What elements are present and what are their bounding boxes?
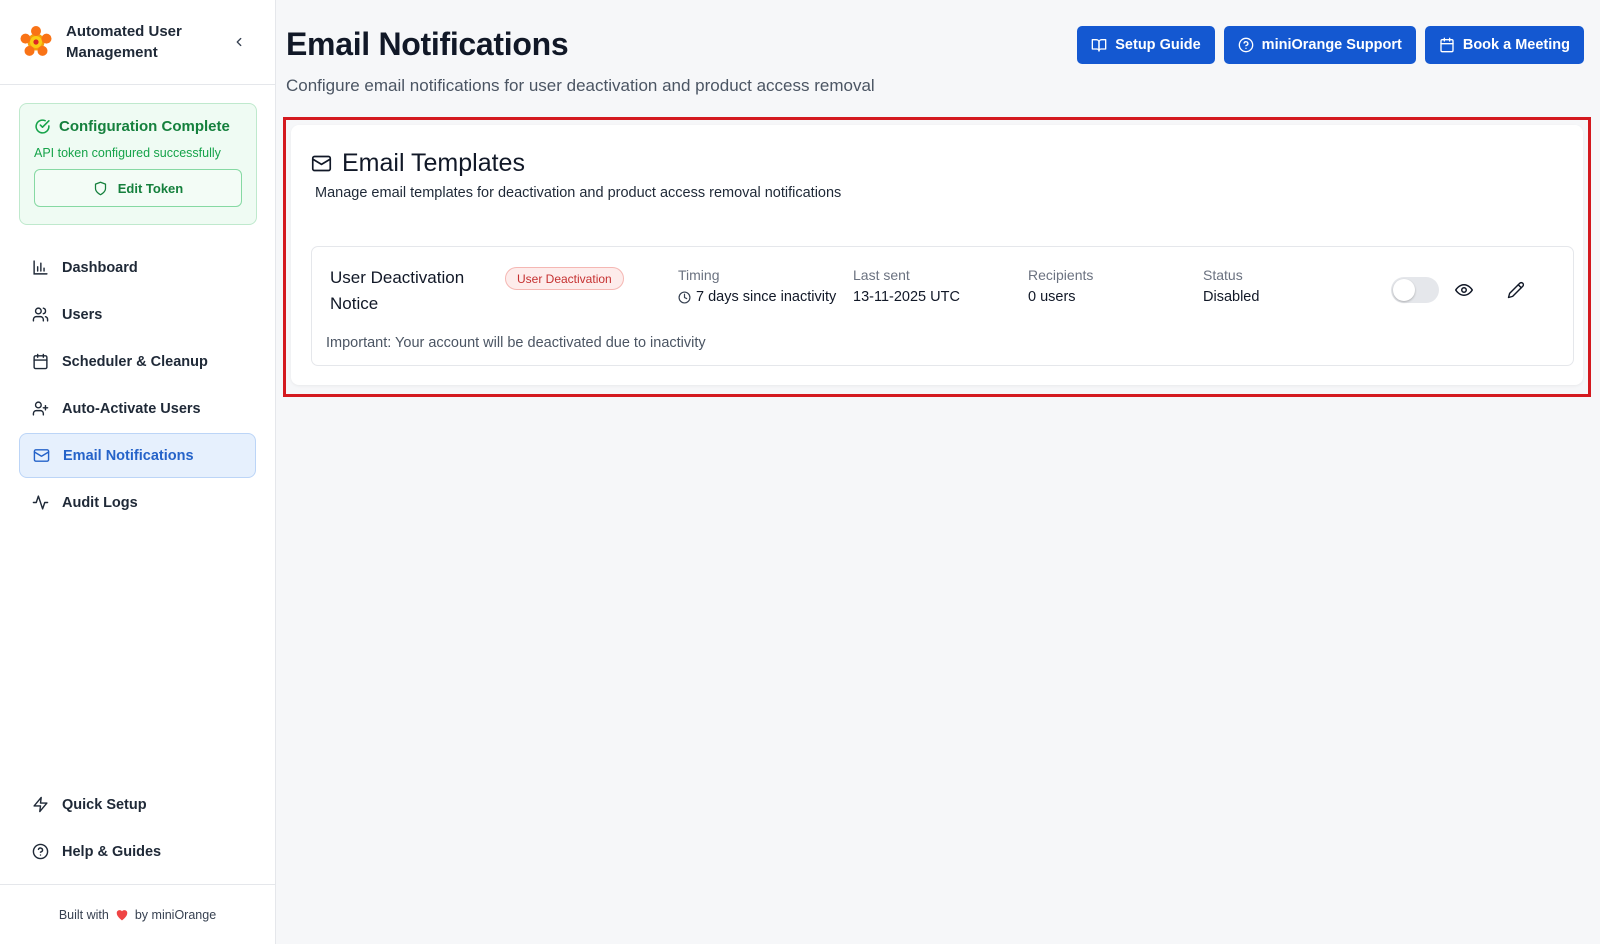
heart-icon	[116, 910, 128, 921]
template-type-badge: User Deactivation	[505, 267, 624, 290]
bar-chart-icon	[33, 260, 48, 275]
last-sent-field: Last sent 13-11-2025 UTC	[853, 267, 960, 305]
main-content: Email Notifications Configure email noti…	[277, 0, 1600, 944]
setup-guide-button[interactable]: Setup Guide	[1077, 26, 1215, 64]
nav-item-dashboard[interactable]: Dashboard	[19, 245, 256, 290]
mail-icon	[33, 449, 50, 462]
card-subtitle: Manage email templates for deactivation …	[315, 185, 842, 201]
edit-template-button[interactable]	[1504, 278, 1528, 302]
timing-field: Timing 7 days since inactivity	[678, 267, 836, 305]
clock-icon	[678, 290, 691, 304]
timing-value: 7 days since inactivity	[696, 289, 837, 305]
eye-icon	[1455, 284, 1473, 296]
calendar-icon	[33, 353, 48, 370]
recipients-field: Recipients 0 users	[1028, 267, 1093, 305]
template-enable-toggle[interactable]	[1391, 277, 1439, 303]
app-title: Automated User Management	[66, 23, 182, 61]
toggle-knob	[1393, 279, 1415, 301]
secondary-navigation: Quick Setup Help & Guides	[0, 782, 275, 876]
setup-guide-label: Setup Guide	[1115, 37, 1201, 53]
nav-item-scheduler[interactable]: Scheduler & Cleanup	[19, 339, 256, 384]
nav-label: Quick Setup	[62, 796, 147, 813]
nav-label: Scheduler & Cleanup	[62, 353, 208, 370]
configuration-status-subtitle: API token configured successfully	[34, 146, 221, 160]
last-sent-value: 13-11-2025 UTC	[853, 289, 960, 305]
lightning-icon	[33, 796, 48, 813]
main-navigation: Dashboard Users Scheduler & Cleanup Auto…	[0, 245, 275, 527]
user-plus-icon	[32, 401, 49, 416]
page-subtitle: Configure email notifications for user d…	[286, 76, 875, 95]
nav-label: Auto-Activate Users	[62, 400, 201, 417]
nav-label: Email Notifications	[63, 447, 194, 464]
nav-label: Help & Guides	[62, 843, 162, 860]
app-logo-icon	[20, 26, 52, 56]
nav-label: Users	[62, 306, 103, 323]
pencil-icon	[1507, 281, 1525, 299]
timing-label: Timing	[678, 267, 720, 283]
book-meeting-button[interactable]: Book a Meeting	[1424, 26, 1584, 64]
page-title: Email Notifications	[286, 26, 569, 62]
status-field: Status Disabled	[1203, 267, 1259, 305]
chevron-left-icon	[236, 37, 242, 47]
nav-item-email-notifications[interactable]: Email Notifications	[19, 433, 256, 478]
check-circle-icon	[35, 119, 50, 134]
support-label: miniOrange Support	[1261, 37, 1402, 53]
nav-item-auto-activate[interactable]: Auto-Activate Users	[19, 386, 256, 431]
configuration-status-title: Configuration Complete	[59, 118, 230, 135]
users-icon	[32, 307, 49, 322]
nav-item-audit-logs[interactable]: Audit Logs	[19, 480, 256, 525]
nav-item-users[interactable]: Users	[19, 292, 256, 337]
card-title: Email Templates	[342, 149, 525, 177]
activity-icon	[32, 495, 49, 510]
nav-item-help-guides[interactable]: Help & Guides	[19, 829, 256, 874]
header-actions: Setup Guide miniOrange Support Book a Me…	[1077, 26, 1584, 64]
shield-icon	[94, 181, 106, 195]
email-templates-card: Email Templates Manage email templates f…	[291, 125, 1583, 385]
template-name: User Deactivation Notice	[330, 268, 465, 313]
collapse-sidebar-button[interactable]	[229, 32, 249, 52]
help-circle-icon	[1238, 37, 1254, 53]
edit-token-button[interactable]: Edit Token	[34, 169, 242, 207]
sidebar-footer: Built with by miniOrange	[0, 884, 275, 944]
footer-prefix: Built with	[58, 907, 109, 922]
miniorange-support-button[interactable]: miniOrange Support	[1223, 26, 1416, 64]
status-value: Disabled	[1203, 289, 1260, 305]
preview-template-button[interactable]	[1452, 278, 1476, 302]
nav-label: Audit Logs	[62, 494, 138, 511]
status-label: Status	[1203, 267, 1243, 283]
last-sent-label: Last sent	[853, 267, 910, 283]
footer-suffix: by miniOrange	[134, 907, 217, 922]
sidebar: Automated User Management Configuration …	[0, 0, 276, 944]
nav-item-quick-setup[interactable]: Quick Setup	[19, 782, 256, 827]
edit-token-label: Edit Token	[117, 180, 184, 196]
template-row: User Deactivation Notice User Deactivati…	[311, 246, 1574, 366]
meeting-label: Book a Meeting	[1462, 37, 1570, 53]
calendar-icon	[1440, 37, 1454, 53]
help-circle-icon	[32, 843, 49, 860]
book-open-icon	[1091, 39, 1107, 52]
recipients-value: 0 users	[1028, 289, 1076, 305]
configuration-status-panel: Configuration Complete API token configu…	[19, 103, 257, 225]
recipients-label: Recipients	[1028, 267, 1094, 283]
template-description: Important: Your account will be deactiva…	[326, 335, 706, 351]
brand-header: Automated User Management	[0, 0, 275, 85]
nav-label: Dashboard	[62, 259, 138, 276]
mail-icon	[311, 155, 332, 172]
